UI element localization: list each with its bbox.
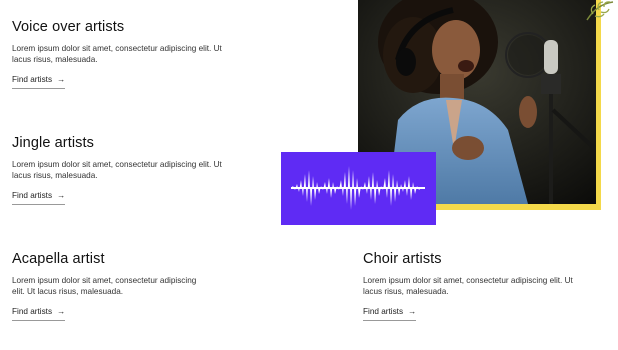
arrow-right-icon: →	[408, 307, 417, 316]
card-description: Lorem ipsum dolor sit amet, consectetur …	[12, 160, 222, 180]
service-card-jingle: Jingle artists Lorem ipsum dolor sit ame…	[12, 135, 234, 205]
card-description: Lorem ipsum dolor sit amet, consectetur …	[12, 276, 197, 296]
service-card-voice-over: Voice over artists Lorem ipsum dolor sit…	[12, 19, 234, 89]
arrow-right-icon: →	[57, 191, 66, 200]
service-card-choir: Choir artists Lorem ipsum dolor sit amet…	[363, 251, 588, 321]
link-label: Find artists	[12, 75, 53, 84]
find-artists-link[interactable]: Find artists →	[12, 307, 66, 321]
find-artists-link[interactable]: Find artists →	[12, 191, 66, 205]
card-title: Acapella artist	[12, 251, 105, 267]
waveform-panel	[281, 152, 436, 225]
waveform-icon	[291, 166, 425, 210]
leaf-icon	[586, 1, 614, 21]
card-description: Lorem ipsum dolor sit amet, consectetur …	[12, 44, 222, 64]
card-description: Lorem ipsum dolor sit amet, consectetur …	[363, 276, 573, 296]
card-title: Jingle artists	[12, 135, 94, 151]
link-label: Find artists	[12, 191, 53, 200]
arrow-right-icon: →	[57, 75, 66, 84]
find-artists-link[interactable]: Find artists →	[12, 75, 66, 89]
service-card-acapella: Acapella artist Lorem ipsum dolor sit am…	[12, 251, 197, 321]
link-label: Find artists	[363, 307, 404, 316]
card-title: Voice over artists	[12, 19, 125, 35]
link-label: Find artists	[12, 307, 53, 316]
card-title: Choir artists	[363, 251, 442, 267]
arrow-right-icon: →	[57, 307, 66, 316]
find-artists-link[interactable]: Find artists →	[363, 307, 417, 321]
